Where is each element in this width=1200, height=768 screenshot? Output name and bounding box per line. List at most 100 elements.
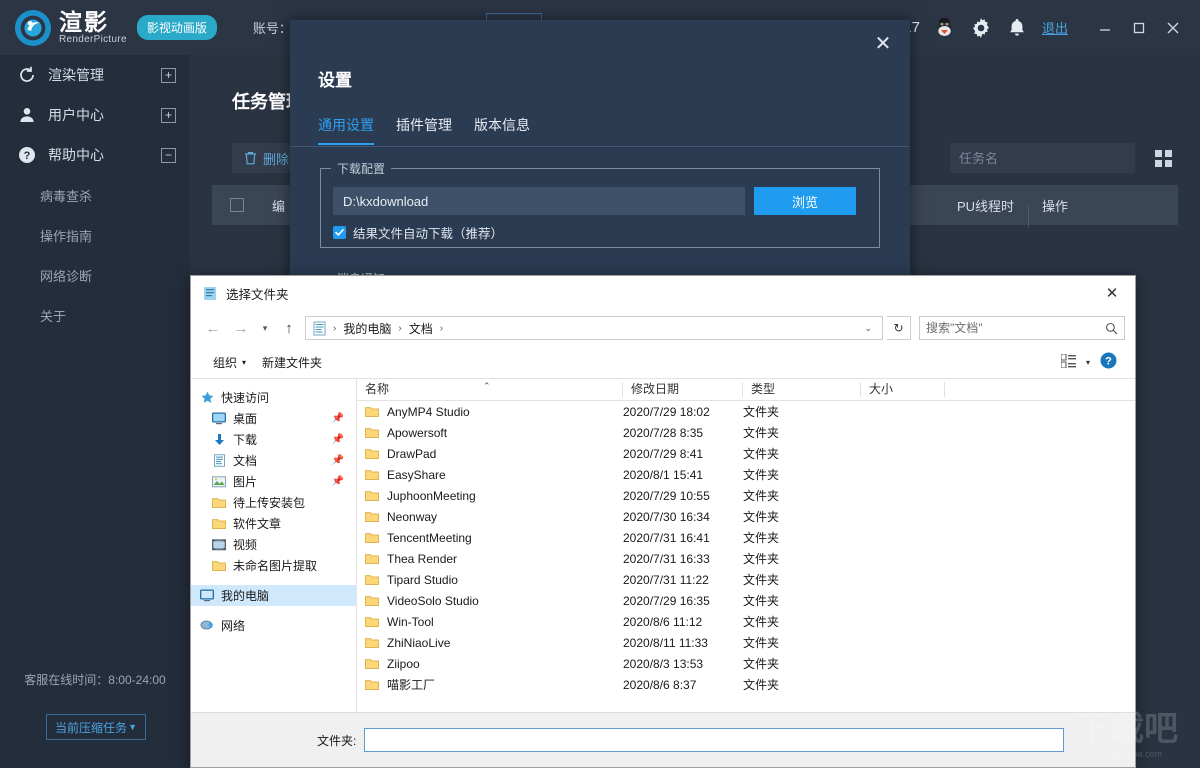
nav-label-videos: 视频 <box>233 536 257 553</box>
maximize-icon[interactable] <box>1126 15 1152 41</box>
address-dropdown-icon[interactable]: ⌄ <box>858 323 878 334</box>
sidebar-item-help-center[interactable]: ? 帮助中心 − <box>0 135 190 175</box>
table-row[interactable]: Tipard Studio2020/7/31 11:22文件夹 <box>357 569 1135 590</box>
pin-icon[interactable]: 📌 <box>332 434 344 445</box>
current-task-dropdown[interactable]: 当前压缩任务 ▼ <box>46 714 146 740</box>
pin-icon[interactable]: 📌 <box>332 413 344 424</box>
table-row[interactable]: TencentMeeting2020/7/31 16:41文件夹 <box>357 527 1135 548</box>
select-folder-dialog: 选择文件夹 ✕ ← → ▾ ↑ › 我的电脑 › 文档 › <box>190 275 1136 768</box>
table-row[interactable]: VideoSolo Studio2020/7/29 16:35文件夹 <box>357 590 1135 611</box>
search-input[interactable] <box>959 151 1135 166</box>
view-caret-icon[interactable]: ▾ <box>1086 358 1090 367</box>
nav-item-my-computer[interactable]: 我的电脑 <box>191 585 356 606</box>
organize-button[interactable]: 组织 ▾ <box>205 351 254 374</box>
table-row[interactable]: JuphoonMeeting2020/7/29 10:55文件夹 <box>357 485 1135 506</box>
auto-download-checkbox-row[interactable]: 结果文件自动下载（推荐） <box>333 223 503 242</box>
task-search-box[interactable] <box>950 143 1135 173</box>
up-icon[interactable]: ↑ <box>277 316 301 340</box>
minimize-icon[interactable] <box>1092 15 1118 41</box>
sidebar-item-user-center[interactable]: 用户中心 + <box>0 95 190 135</box>
breadcrumb-my-computer[interactable]: 我的电脑 <box>339 319 395 338</box>
table-row[interactable]: Apowersoft2020/7/28 8:35文件夹 <box>357 422 1135 443</box>
column-header-type[interactable]: 类型 <box>743 380 861 400</box>
sidebar-item-network-diagnosis[interactable]: 网络诊断 <box>0 255 190 295</box>
table-row[interactable]: Neonway2020/7/30 16:34文件夹 <box>357 506 1135 527</box>
folder-name-input[interactable] <box>364 728 1064 752</box>
tab-version-info[interactable]: 版本信息 <box>474 115 530 145</box>
select-all-checkbox[interactable] <box>230 198 244 212</box>
sidebar-toggle-help-center[interactable]: − <box>161 148 176 163</box>
column-header-size[interactable]: 大小 <box>861 380 945 400</box>
gear-icon[interactable] <box>970 17 992 39</box>
nav-item-software-articles[interactable]: 软件文章 <box>191 513 356 534</box>
table-row[interactable]: Ziipoo2020/8/3 13:53文件夹 <box>357 653 1135 674</box>
browse-button[interactable]: 浏览 <box>754 187 856 215</box>
nav-item-videos[interactable]: 视频 <box>191 534 356 555</box>
breadcrumb-documents[interactable]: 文档 <box>405 319 437 338</box>
table-row[interactable]: Thea Render2020/7/31 16:33文件夹 <box>357 548 1135 569</box>
app-sidebar: 渲染管理 + 用户中心 + ? 帮助中心 <box>0 55 190 768</box>
close-icon[interactable] <box>1160 15 1186 41</box>
sidebar-item-render-management[interactable]: 渲染管理 + <box>0 55 190 95</box>
nav-item-pending-upload-packages[interactable]: 待上传安装包 <box>191 492 356 513</box>
download-path-input[interactable] <box>333 187 745 215</box>
search-icon[interactable] <box>1105 322 1118 335</box>
help-circle-icon[interactable]: ? <box>1100 352 1117 372</box>
auto-download-label: 结果文件自动下载（推荐） <box>353 223 503 242</box>
pin-icon[interactable]: 📌 <box>332 476 344 487</box>
bell-icon[interactable] <box>1006 17 1028 39</box>
table-row[interactable]: ZhiNiaoLive2020/8/11 11:33文件夹 <box>357 632 1135 653</box>
refresh-icon[interactable]: ↻ <box>887 316 911 340</box>
settings-close-icon[interactable]: ✕ <box>870 30 896 56</box>
file-dialog-close-icon[interactable]: ✕ <box>1095 280 1129 306</box>
file-search-input[interactable] <box>926 321 1105 335</box>
table-row[interactable]: 喵影工厂2020/8/6 8:37文件夹 <box>357 674 1135 695</box>
logout-link[interactable]: 退出 <box>1042 18 1068 37</box>
address-bar[interactable]: › 我的电脑 › 文档 › ⌄ <box>305 316 883 340</box>
delete-button-label: 删除 <box>263 149 289 168</box>
nav-item-pictures[interactable]: 图片 📌 <box>191 471 356 492</box>
sidebar-toggle-render-management[interactable]: + <box>161 68 176 83</box>
sidebar-item-operation-guide[interactable]: 操作指南 <box>0 215 190 255</box>
sidebar-toggle-user-center[interactable]: + <box>161 108 176 123</box>
file-row-date: 2020/8/6 11:12 <box>623 615 743 629</box>
table-row[interactable]: AnyMP4 Studio2020/7/29 18:02文件夹 <box>357 401 1135 422</box>
nav-item-desktop[interactable]: 桌面 📌 <box>191 408 356 429</box>
forward-icon[interactable]: → <box>229 316 253 340</box>
file-search-box[interactable] <box>919 316 1125 340</box>
file-row-name: 喵影工厂 <box>357 676 623 693</box>
edition-badge: 影视动画版 <box>137 15 217 40</box>
nav-item-downloads[interactable]: 下载 📌 <box>191 429 356 450</box>
qq-icon[interactable] <box>934 17 956 39</box>
sidebar-item-about[interactable]: 关于 <box>0 295 190 335</box>
tab-plugin-management[interactable]: 插件管理 <box>396 115 452 145</box>
nav-label-pictures: 图片 <box>233 473 257 490</box>
table-row[interactable]: Win-Tool2020/8/6 11:12文件夹 <box>357 611 1135 632</box>
tab-general-settings[interactable]: 通用设置 <box>318 115 374 145</box>
auto-download-checkbox[interactable] <box>333 226 346 239</box>
nav-item-documents[interactable]: 文档 📌 <box>191 450 356 471</box>
table-col-cpu-thread-time[interactable]: PU线程时 <box>943 196 1028 215</box>
file-row-date: 2020/7/29 18:02 <box>623 405 743 419</box>
grid-view-icon[interactable] <box>1150 143 1176 173</box>
file-name-text: ZhiNiaoLive <box>387 636 450 650</box>
file-row-name: Apowersoft <box>357 426 623 440</box>
column-header-date-modified[interactable]: 修改日期 <box>623 380 743 400</box>
nav-item-quick-access[interactable]: 快速访问 <box>191 387 356 408</box>
check-icon <box>335 228 344 237</box>
new-folder-button[interactable]: 新建文件夹 <box>254 351 330 374</box>
table-row[interactable]: EasyShare2020/8/1 15:41文件夹 <box>357 464 1135 485</box>
sidebar-item-virus-scan[interactable]: 病毒查杀 <box>0 175 190 215</box>
file-row-date: 2020/8/3 13:53 <box>623 657 743 671</box>
recent-locations-icon[interactable]: ▾ <box>257 316 273 340</box>
view-layout-icon[interactable] <box>1061 354 1076 371</box>
nav-label-my-computer: 我的电脑 <box>221 587 269 604</box>
pin-icon[interactable]: 📌 <box>332 455 344 466</box>
table-col-actions[interactable]: 操作 <box>1028 196 1178 215</box>
table-row[interactable]: DrawPad2020/7/29 8:41文件夹 <box>357 443 1135 464</box>
nav-item-network[interactable]: 网络 <box>191 615 356 636</box>
column-header-name[interactable]: 名称 <box>357 380 623 400</box>
nav-item-unnamed-image-extraction[interactable]: 未命名图片提取 <box>191 555 356 576</box>
back-icon[interactable]: ← <box>201 316 225 340</box>
file-row-name: Thea Render <box>357 552 623 566</box>
